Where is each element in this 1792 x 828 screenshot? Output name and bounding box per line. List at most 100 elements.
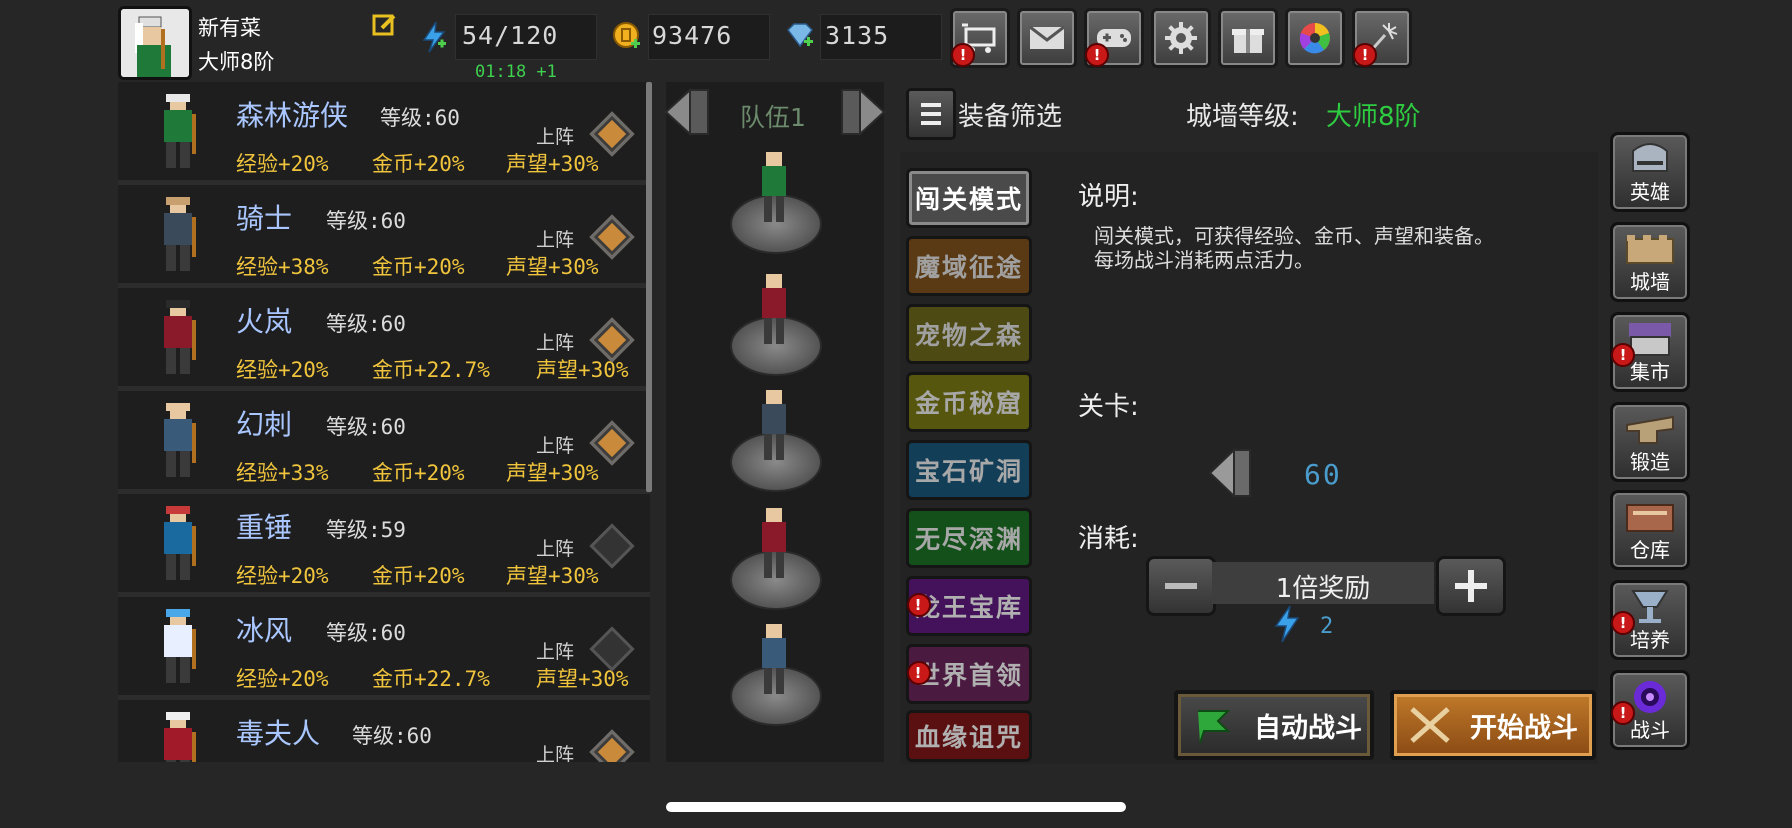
gamepad-icon[interactable]: ! [1084,8,1144,68]
mode-label: 金币秘窟 [914,389,1023,418]
shop-cart-icon[interactable]: ! [950,8,1010,68]
stage-prev-arrow-icon[interactable] [1206,446,1256,500]
energy-timer: 01:18 +1 [475,62,557,82]
crossed-swords-icon [1410,707,1450,743]
side-menu-button[interactable]: 英雄 [1610,132,1690,212]
hero-portrait-icon [164,197,196,271]
energy-cost-value: 2 [1320,614,1334,639]
hero-exp-bonus: 经验+20% [236,152,329,176]
mode-button[interactable]: 血缘诅咒 [906,710,1032,762]
hero-list[interactable]: 森林游侠 等级:60 经验+20% 金币+20% 声望+30% 上阵 骑士 等级… [118,82,650,762]
hero-fame-bonus: 声望+30% [506,564,599,588]
flag-icon [1198,710,1231,744]
edit-name-icon[interactable] [372,12,398,38]
mode-button[interactable]: 闯关模式 [906,168,1032,228]
hero-row[interactable]: 冰风 等级:60 经验+20% 金币+22.7% 声望+30% 上阵 [118,597,650,700]
hero-gold-bonus: 金币+22.7% [372,667,490,691]
hero-row[interactable]: 火岚 等级:60 经验+20% 金币+22.7% 声望+30% 上阵 [118,288,650,391]
team-hero-sprite-icon [762,390,786,460]
team-hero-sprite-icon [762,508,786,578]
mode-button[interactable]: 龙王宝库! [906,576,1032,636]
team-label: 队伍1 [740,103,806,132]
team-slot[interactable] [666,148,884,258]
team-prev-arrow-icon[interactable] [660,86,714,138]
fireworks-icon[interactable]: ! [1352,8,1412,68]
hero-row[interactable]: 重锤 等级:59 经验+20% 金币+20% 声望+30% 上阵 [118,494,650,597]
player-rank: 大师8阶 [198,50,275,74]
hero-level: 等级:60 [326,415,406,439]
auto-battle-button[interactable]: 自动战斗 [1174,690,1374,760]
hero-level: 等级:60 [352,724,432,748]
mail-icon[interactable] [1017,8,1077,68]
mode-button[interactable]: 宠物之森 [906,304,1032,364]
hero-gold-bonus: 金币+20% [372,461,465,485]
multiplier-plus-button[interactable] [1436,556,1506,616]
mode-label: 血缘诅咒 [914,723,1023,752]
side-menu-button[interactable]: 战斗 ! [1610,670,1690,750]
mode-button[interactable]: 魔域征途 [906,236,1032,296]
deploy-label: 上阵 [536,538,575,560]
gold-coin-icon [612,20,642,52]
team-slot[interactable] [666,504,884,614]
home-indicator[interactable] [666,802,1126,812]
team-column [666,82,884,762]
hero-portrait-icon [164,609,196,683]
deploy-toggle-icon[interactable] [589,729,635,762]
hero-level: 等级:59 [326,518,406,542]
settings-gear-icon[interactable] [1151,8,1211,68]
deploy-label: 上阵 [536,641,575,663]
hero-exp-bonus: 经验+20% [236,564,329,588]
mode-button[interactable]: 世界首领! [906,644,1032,704]
minus-icon [1165,583,1197,589]
wall-level-label: 城墙等级: [1186,102,1299,132]
side-menu-button[interactable]: 仓库 [1610,490,1690,570]
hero-portrait-icon [164,712,196,762]
side-menu-label: 仓库 [1630,538,1670,562]
team-slot[interactable] [666,620,884,730]
team-hero-sprite-icon [762,274,786,344]
mode-button[interactable]: 宝石矿洞 [906,440,1032,500]
mode-label: 宠物之森 [914,321,1023,350]
energy-value: 54/120 [462,21,559,50]
gift-icon[interactable] [1218,8,1278,68]
mode-label: 龙王宝库 [914,593,1023,622]
player-avatar[interactable] [118,6,192,80]
hero-row[interactable]: 骑士 等级:60 经验+38% 金币+20% 声望+30% 上阵 [118,185,650,288]
filter-menu-button[interactable] [906,88,956,140]
team-next-arrow-icon[interactable] [836,86,890,138]
color-wheel-icon[interactable] [1285,8,1345,68]
hero-exp-bonus: 经验+33% [236,461,329,485]
hero-exp-bonus: 经验+20% [236,667,329,691]
start-battle-button[interactable]: 开始战斗 [1390,690,1596,760]
hero-name: 森林游侠 [236,99,349,132]
notification-badge-icon: ! [907,661,931,685]
mode-button[interactable]: 金币秘窟 [906,372,1032,432]
energy-cost-icon [1272,604,1302,644]
side-menu-button[interactable]: 集市 ! [1610,312,1690,392]
team-slot[interactable] [666,270,884,380]
team-slot[interactable] [666,386,884,496]
mode-button[interactable]: 无尽深渊 [906,508,1032,568]
hero-name: 冰风 [236,614,293,647]
gold-value: 93476 [652,21,733,50]
multiplier-minus-button[interactable] [1146,556,1216,616]
player-name: 新有菜 [198,16,261,40]
description-line-2: 每场战斗消耗两点活力。 [1094,248,1314,272]
hero-row[interactable]: 幻刺 等级:60 经验+33% 金币+20% 声望+30% 上阵 [118,391,650,494]
hero-name: 火岚 [236,305,293,338]
filter-label[interactable]: 装备筛选 [958,96,1062,133]
hero-list-scrollbar[interactable] [646,82,652,492]
hero-portrait-icon [164,403,196,477]
team-hero-sprite-icon [762,152,786,222]
mode-label: 无尽深渊 [914,525,1023,554]
multiplier-value: 1倍奖励 [1275,574,1371,604]
hero-row[interactable]: 森林游侠 等级:60 经验+20% 金币+20% 声望+30% 上阵 [118,82,650,185]
side-menu-button[interactable]: 城墙 [1610,222,1690,302]
side-menu-button[interactable]: 培养 ! [1610,580,1690,660]
notification-badge-icon: ! [1611,343,1635,367]
start-battle-label: 开始战斗 [1470,712,1578,744]
side-menu-button[interactable]: 锻造 [1610,402,1690,482]
hero-row[interactable]: 毒夫人 等级:60 上阵 [118,700,650,762]
hero-exp-bonus: 经验+38% [236,255,329,279]
hero-portrait-icon [164,506,196,580]
